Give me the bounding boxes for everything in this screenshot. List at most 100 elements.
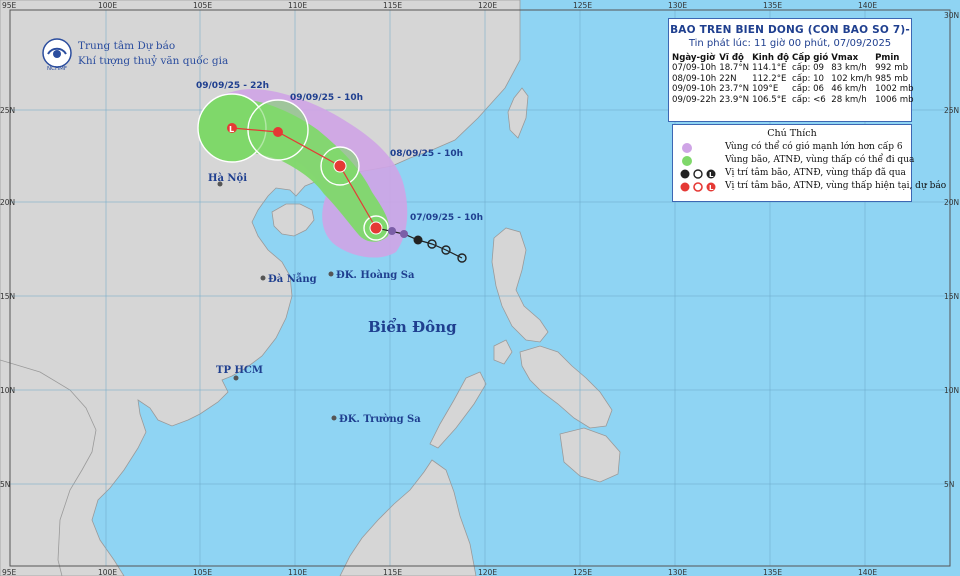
cell: 09/09-10h bbox=[672, 84, 717, 94]
svg-text:L: L bbox=[709, 171, 714, 179]
forecast-depression-icon bbox=[273, 127, 283, 137]
label-truongsa: ĐK. Trường Sa bbox=[339, 414, 421, 425]
cell: cấp: 10 bbox=[792, 73, 825, 84]
current-storm-icon bbox=[369, 221, 383, 235]
tick-bottom-120: 120E bbox=[478, 568, 497, 576]
forecast-table: Ngày-giờ Vĩ độ Kinh độ Cấp gió Vmax Pmin… bbox=[672, 53, 917, 105]
col-pmin: Pmin bbox=[875, 53, 900, 63]
legend-label: Vùng có thể có gió mạnh lớn hơn cấp 6 bbox=[725, 142, 903, 152]
cell: 23.7°N bbox=[719, 84, 750, 94]
tick-top-125: 125E bbox=[573, 1, 592, 10]
tick-bottom-115: 115E bbox=[383, 568, 402, 576]
tick-bottom-135: 135E bbox=[763, 568, 782, 576]
tick-right-10: 10N bbox=[944, 386, 959, 395]
tick-left-15: 15N bbox=[0, 292, 15, 301]
past-position-icons: L bbox=[680, 169, 716, 179]
tick-bottom-105: 105E bbox=[193, 568, 212, 576]
cell: 46 km/h bbox=[831, 84, 867, 94]
track-label-t0: 07/09/25 - 10h bbox=[410, 213, 483, 223]
tick-top-95: 95E bbox=[2, 1, 17, 10]
cell: 1002 mb bbox=[875, 84, 914, 94]
cell: 102 km/h bbox=[831, 73, 873, 84]
track-label-t1: 08/09/25 - 10h bbox=[390, 149, 463, 159]
cell: 992 mb bbox=[875, 63, 909, 73]
tick-top-140: 140E bbox=[858, 1, 877, 10]
col-lon: Kinh độ bbox=[752, 53, 790, 63]
track-label-t2: 09/09/25 - 10h bbox=[290, 93, 363, 103]
org-name-line2: Khí tượng thuỷ văn quốc gia bbox=[78, 55, 229, 67]
cell: 83 km/h bbox=[831, 63, 867, 73]
tick-top-130: 130E bbox=[668, 1, 687, 10]
tick-left-5: 5N bbox=[0, 480, 10, 489]
col-vmax: Vmax bbox=[831, 53, 859, 63]
cell: 112.2°E bbox=[752, 73, 787, 84]
tick-left-25: 25N bbox=[0, 106, 15, 115]
cell: 22N bbox=[719, 73, 737, 84]
tick-top-135: 135E bbox=[763, 1, 782, 10]
cell: 18.7°N bbox=[719, 63, 750, 73]
tick-bottom-100: 100E bbox=[98, 568, 117, 576]
legend-label: Vị trí tâm bão, ATNĐ, vùng thấp đã qua bbox=[725, 168, 906, 178]
tick-right-5: 5N bbox=[944, 480, 954, 489]
truongsa-marker-icon bbox=[331, 415, 337, 421]
cell: cấp: <6 bbox=[792, 94, 826, 105]
cell: 09/09-22h bbox=[672, 94, 717, 105]
cell: 07/09-10h bbox=[672, 63, 717, 73]
col-datetime: Ngày-giờ bbox=[672, 53, 716, 63]
label-hanoi: Hà Nội bbox=[208, 173, 247, 184]
danang-marker-icon bbox=[260, 275, 266, 281]
svg-text:L: L bbox=[709, 184, 714, 192]
cell: cấp: 06 bbox=[792, 84, 825, 94]
low-marker-glyph: L bbox=[229, 125, 234, 134]
table-row: 08/09-10h 22N 112.2°E cấp: 10 102 km/h 985 mb bbox=[672, 74, 917, 85]
bulletin-panel: BAO TREN BIEN DONG (CON BAO SO 7)- Tin p… bbox=[668, 18, 914, 122]
cell: 985 mb bbox=[875, 73, 909, 84]
current-position-icons: L bbox=[680, 182, 716, 192]
hoangsa-marker-icon bbox=[328, 271, 334, 277]
cell: cấp: 09 bbox=[792, 63, 825, 73]
col-lat: Vĩ độ bbox=[719, 53, 744, 63]
table-row: 07/09-10h 18.7°N 114.1°E cấp: 09 83 km/h 992 … bbox=[672, 63, 917, 74]
tick-top-120: 120E bbox=[478, 1, 497, 10]
past-storm-icon bbox=[388, 227, 396, 235]
track-label-t3: 09/09/25 - 22h bbox=[196, 81, 269, 91]
legend-label: Vùng bão, ATNĐ, vùng thấp có thể đi qua bbox=[725, 155, 915, 165]
forecast-table-header: Ngày-giờ Vĩ độ Kinh độ Cấp gió Vmax Pmin bbox=[672, 53, 917, 63]
label-hcm: TP HCM bbox=[216, 365, 263, 376]
table-row: 09/09-10h 23.7°N 109°E cấp: 06 46 km/h 1002 m… bbox=[672, 84, 917, 95]
cell: 23.9°N bbox=[719, 94, 750, 105]
table-row: 09/09-22h 23.9°N 106.5°E cấp: <6 28 km/h 1006… bbox=[672, 95, 917, 106]
legend-title: Chú Thích bbox=[767, 128, 817, 139]
bulletin-issued: Tin phát lúc: 11 giờ 00 phút, 07/09/2025 bbox=[688, 38, 892, 49]
forecast-storm-icon bbox=[333, 159, 347, 173]
tick-bottom-125: 125E bbox=[573, 568, 592, 576]
tick-bottom-95: 95E bbox=[2, 568, 17, 576]
storm-map: 95E 100E 105E 110E 115E 120E 125E 130E 1… bbox=[0, 0, 960, 576]
tick-right-15: 15N bbox=[944, 292, 959, 301]
cell: 109°E bbox=[752, 84, 779, 94]
label-danang: Đà Nẵng bbox=[268, 273, 317, 285]
tick-top-100: 100E bbox=[98, 1, 117, 10]
tick-bottom-140: 140E bbox=[858, 568, 877, 576]
cell: 08/09-10h bbox=[672, 73, 717, 84]
tick-left-10: 10N bbox=[0, 386, 15, 395]
legend-label: Vị trí tâm bão, ATNĐ, vùng thấp hiện tại… bbox=[725, 181, 947, 191]
tick-bottom-130: 130E bbox=[668, 568, 687, 576]
past-storm-icon bbox=[400, 230, 408, 238]
tick-top-105: 105E bbox=[193, 1, 212, 10]
legend-panel: Chú Thích Vùng có thể có gió mạnh lớn hơ… bbox=[672, 124, 946, 202]
cell: 1006 mb bbox=[875, 94, 914, 105]
bulletin-title: BAO TREN BIEN DONG (CON BAO SO 7)- bbox=[670, 24, 910, 36]
hcm-marker-icon bbox=[233, 375, 239, 381]
past-storm-icon bbox=[413, 235, 423, 245]
cell: 28 km/h bbox=[831, 94, 867, 105]
org-name-line1: Trung tâm Dự báo bbox=[78, 40, 176, 52]
label-hoangsa: ĐK. Hoàng Sa bbox=[336, 270, 415, 281]
tick-right-30: 30N bbox=[944, 11, 959, 20]
tick-top-115: 115E bbox=[383, 1, 402, 10]
green-zone-icon bbox=[682, 156, 692, 166]
tick-bottom-110: 110E bbox=[288, 568, 307, 576]
cell: 106.5°E bbox=[752, 94, 787, 105]
tick-right-20: 20N bbox=[944, 198, 959, 207]
purple-zone-icon bbox=[682, 143, 692, 153]
